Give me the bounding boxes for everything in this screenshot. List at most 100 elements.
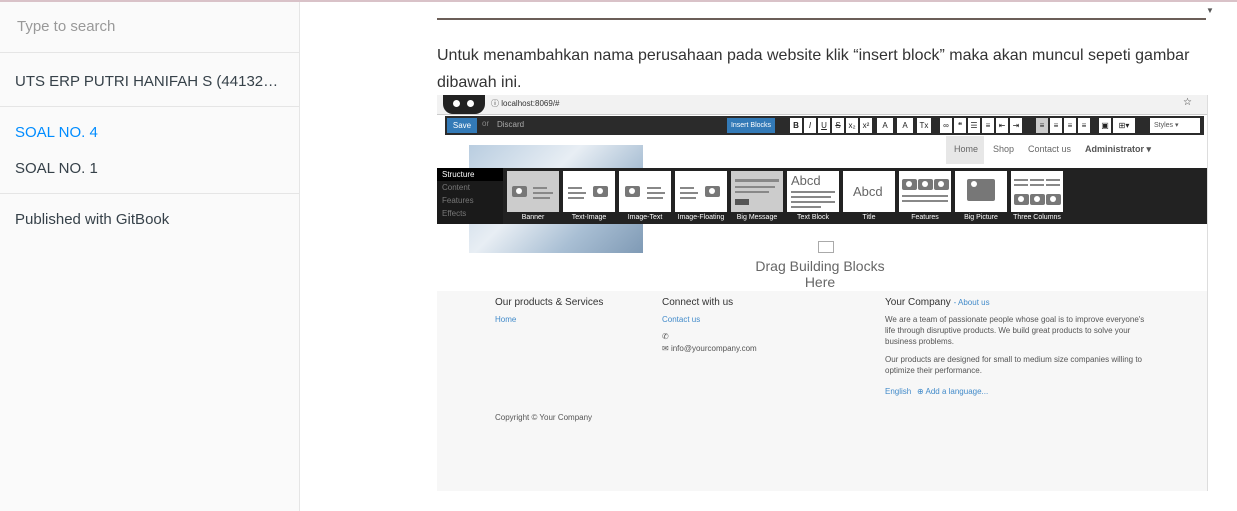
nav-shop-link[interactable]: Shop [993, 144, 1014, 154]
align-right-icon[interactable]: ≡ [1064, 118, 1076, 133]
footer-copyright: Copyright © Your Company [495, 413, 593, 422]
block-label: Three Columns [1013, 214, 1061, 221]
insert-blocks-button[interactable]: Insert Blocks [727, 118, 775, 133]
bullet-list-icon[interactable]: ☰ [968, 118, 980, 133]
camera-icon [1014, 194, 1029, 205]
sidebar-divider [0, 106, 299, 107]
block-three-columns[interactable] [1011, 171, 1063, 212]
camera-icon [512, 186, 527, 197]
building-blocks-panel: Structure Content Features Effects Banne… [437, 168, 1207, 224]
email-text: info@yourcompany.com [670, 344, 757, 353]
camera-icon [1046, 194, 1061, 205]
footer-home-link[interactable]: Home [495, 315, 516, 324]
block-label: Title [862, 214, 876, 221]
clear-format-button[interactable]: Tx [917, 118, 931, 133]
search-input[interactable] [15, 17, 279, 36]
abcd-glyph: Abcd [853, 184, 883, 199]
camera-icon [902, 179, 917, 190]
block-image-floating[interactable] [675, 171, 727, 212]
sidebar-item-soal-1[interactable]: SOAL NO. 1 [15, 160, 285, 177]
book-title[interactable]: UTS ERP PUTRI HANIFAH S (4413210… [15, 73, 285, 90]
discard-link[interactable]: Discard [497, 120, 524, 129]
quote-icon[interactable]: ❝ [954, 118, 966, 133]
subscript-button[interactable]: x₂ [846, 118, 858, 133]
category-effects[interactable]: Effects [437, 207, 503, 220]
language-english-link[interactable]: English [885, 387, 911, 396]
underline-button[interactable]: U [818, 118, 830, 133]
bookmark-star-icon[interactable]: ☆ [1183, 97, 1192, 108]
envelope-icon: ✉ [662, 344, 671, 353]
camera-icon [625, 186, 640, 197]
justify-icon[interactable]: ≡ [1078, 118, 1090, 133]
camera-icon [1030, 194, 1045, 205]
category-content[interactable]: Content [437, 181, 503, 194]
or-label: or [482, 119, 490, 128]
previous-image-bottom-edge [437, 18, 1206, 20]
strikethrough-button[interactable]: S [832, 118, 844, 133]
align-center-icon[interactable]: ≡ [1050, 118, 1062, 133]
camera-icon [918, 179, 933, 190]
camera-icon [593, 186, 608, 197]
italic-button[interactable]: I [804, 118, 816, 133]
font-color-button[interactable]: A [877, 118, 893, 133]
sidebar-item-soal-4[interactable]: SOAL NO. 4 [15, 124, 285, 141]
footer-company-text-2: Our products are designed for small to m… [885, 355, 1143, 375]
sidebar: UTS ERP PUTRI HANIFAH S (4413210… SOAL N… [0, 2, 300, 511]
scroll-down-icon[interactable]: ▼ [1206, 6, 1214, 15]
category-structure[interactable]: Structure [437, 168, 503, 181]
block-label: Banner [521, 214, 545, 221]
website-footer: Our products & Services Home Connect wit… [437, 291, 1207, 491]
block-label: Big Message [736, 214, 778, 221]
camera-icon [934, 179, 949, 190]
numbered-list-icon[interactable]: ≡ [982, 118, 994, 133]
block-image-text[interactable] [619, 171, 671, 212]
link-icon[interactable]: ∞ [940, 118, 952, 133]
footer-company-heading: Your Company - About us [885, 297, 990, 308]
block-text-block[interactable]: Abcd [787, 171, 839, 212]
background-color-button[interactable]: A [897, 118, 913, 133]
block-text-image[interactable] [563, 171, 615, 212]
table-icon[interactable]: ⊞▾ [1113, 118, 1135, 133]
outdent-icon[interactable]: ⇤ [996, 118, 1008, 133]
save-button[interactable]: Save [447, 118, 477, 133]
camera-icon [705, 186, 720, 197]
nav-home-link[interactable]: Home [954, 144, 978, 154]
block-label: Image-Floating [677, 214, 725, 221]
published-with-gitbook-link[interactable]: Published with GitBook [15, 211, 285, 228]
category-features[interactable]: Features [437, 194, 503, 207]
about-us-link[interactable]: - About us [954, 298, 990, 307]
nav-contact-link[interactable]: Contact us [1028, 144, 1071, 154]
footer-company-text-1: We are a team of passionate people whose… [885, 315, 1145, 346]
image-placeholder-icon [818, 241, 834, 253]
add-language-text: Add a language... [925, 387, 989, 396]
block-features[interactable] [899, 171, 951, 212]
url-text: localhost:8069/# [501, 99, 560, 108]
drag-blocks-hint: Drag Building Blocks Here [755, 258, 885, 290]
bold-button[interactable]: B [790, 118, 802, 133]
pirate-logo-icon [443, 95, 485, 114]
edit-toolbar: Save or Discard Insert Blocks B I U S x₂… [445, 116, 1204, 135]
footer-connect-heading: Connect with us [662, 297, 734, 308]
block-title[interactable]: Abcd [843, 171, 895, 212]
block-category-menu: Structure Content Features Effects [437, 168, 503, 224]
footer-products-heading: Our products & Services [495, 297, 604, 308]
footer-email: ✉ info@yourcompany.com [662, 343, 757, 354]
camera-icon [967, 179, 995, 201]
embedded-screenshot: ⓘ localhost:8069/# ☆ Save or Discard Ins… [437, 95, 1208, 491]
superscript-button[interactable]: x² [860, 118, 872, 133]
paragraph-text: Untuk menambahkan nama perusahaan pada w… [437, 47, 1190, 91]
indent-icon[interactable]: ⇥ [1010, 118, 1022, 133]
block-banner[interactable] [507, 171, 559, 212]
address-bar[interactable]: ⓘ localhost:8069/# [491, 98, 1181, 111]
styles-dropdown[interactable]: Styles ▾ [1150, 118, 1200, 133]
add-language-link[interactable]: ⊕ Add a language... [917, 387, 988, 396]
block-big-message[interactable] [731, 171, 783, 212]
phone-icon: ✆ [662, 332, 669, 341]
block-big-picture[interactable] [955, 171, 1007, 212]
align-left-icon[interactable]: ≡ [1036, 118, 1048, 133]
block-label: Image-Text [627, 214, 663, 221]
image-icon[interactable]: ▣ [1099, 118, 1111, 133]
nav-admin-menu[interactable]: Administrator ▾ [1085, 144, 1151, 155]
block-label: Text Block [797, 214, 829, 221]
footer-contact-link[interactable]: Contact us [662, 315, 700, 324]
